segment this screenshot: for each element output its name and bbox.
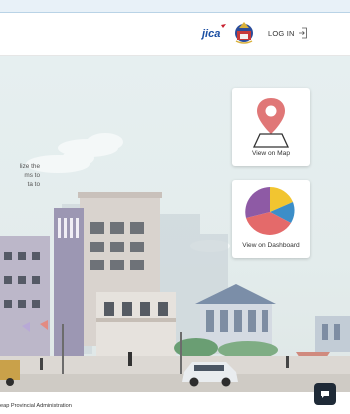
map-pin-icon [252,98,290,148]
cambodia-emblem-icon [235,22,253,44]
jica-logo: jica [201,24,226,40]
view-on-dashboard-card[interactable]: View on Dashboard [232,180,310,258]
login-icon [298,27,307,39]
intro-text: lize the ms to ta to [0,162,40,189]
footer-text: eap Provincial Administration [0,403,72,409]
pie-chart-icon [245,186,295,235]
view-on-map-label: View on Map [252,150,290,157]
view-on-dashboard-label: View on Dashboard [242,242,300,249]
intro-line: ms to [24,172,40,179]
top-strip [0,0,350,13]
chat-icon [321,390,329,398]
view-on-map-card[interactable]: View on Map [232,88,310,166]
login-button[interactable]: LOG IN [268,26,308,40]
chat-button[interactable] [314,383,336,405]
intro-line: ta to [27,181,40,188]
login-label: LOG IN [268,28,295,38]
intro-line: lize the [19,163,40,170]
svg-text:jica: jica [201,28,220,40]
